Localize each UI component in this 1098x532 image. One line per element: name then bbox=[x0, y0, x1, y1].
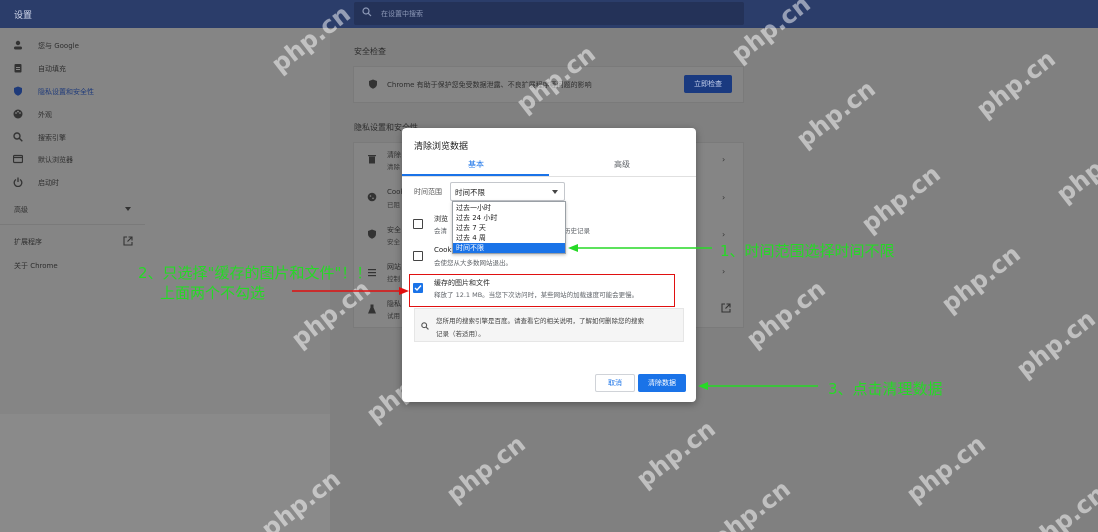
annotation-step-1: 1、时间范围选择时间不限 bbox=[720, 242, 895, 260]
annotation-step-3: 3、点击清理数据 bbox=[828, 380, 943, 398]
annotation-step-2-line-2: 上面两个不勾选 bbox=[160, 284, 266, 302]
annotation-step-2-line-1: 2、只选择"缓存的图片和文件"！！ bbox=[138, 264, 372, 282]
